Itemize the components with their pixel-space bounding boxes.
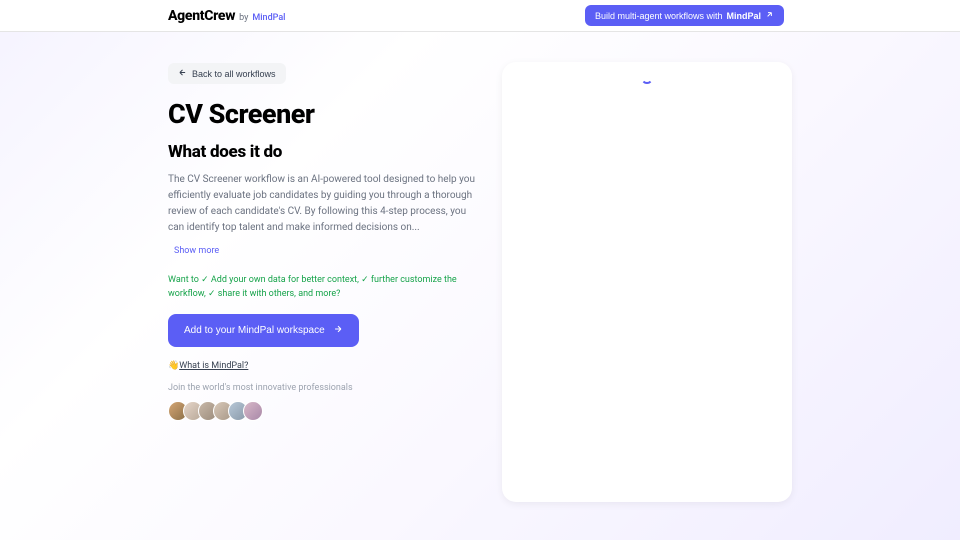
want-to-text: Want to ✓ Add your own data for better c… [168,273,478,302]
back-button[interactable]: Back to all workflows [168,63,286,84]
page-title: CV Screener [168,98,478,130]
arrow-right-icon [333,324,343,337]
arrow-left-icon [178,68,187,79]
avatar-group [168,401,478,421]
avatar [243,401,263,421]
page-description: The CV Screener workflow is an AI-powere… [168,172,478,236]
main-content: Back to all workflows CV Screener What d… [0,32,960,502]
add-to-workspace-button[interactable]: Add to your MindPal workspace [168,314,359,347]
brand-suffix: MindPal [252,13,285,23]
add-button-label: Add to your MindPal workspace [184,325,325,336]
left-column: Back to all workflows CV Screener What d… [168,62,478,502]
preview-panel [502,62,792,502]
build-workflows-button[interactable]: Build multi-agent workflows with MindPal [585,5,784,26]
cta-prefix: Build multi-agent workflows with [595,11,723,21]
want-to-item1: Add your own data for better context, [211,275,361,285]
wave-emoji-icon: 👋 [168,361,179,371]
check-icon: ✓ [361,275,371,285]
what-is-mindpal-link[interactable]: What is MindPal? [179,361,248,371]
logo[interactable]: AgentCrew by MindPal [168,8,285,24]
brand-name: AgentCrew [168,8,235,24]
loading-spinner-icon [641,72,653,84]
want-to-item3: share it with others, and more? [218,289,341,299]
join-text: Join the world's most innovative profess… [168,383,478,393]
show-more-link[interactable]: Show more [174,246,219,256]
want-to-prefix: Want to [168,275,201,285]
page-subtitle: What does it do [168,142,478,162]
what-is-row: 👋What is MindPal? [168,361,478,371]
back-label: Back to all workflows [192,69,276,79]
brand-by: by [239,13,248,23]
check-icon: ✓ [201,275,211,285]
check-icon: ✓ [208,289,218,299]
cta-strong: MindPal [726,11,761,21]
header: AgentCrew by MindPal Build multi-agent w… [0,0,960,32]
external-link-icon [765,10,774,21]
